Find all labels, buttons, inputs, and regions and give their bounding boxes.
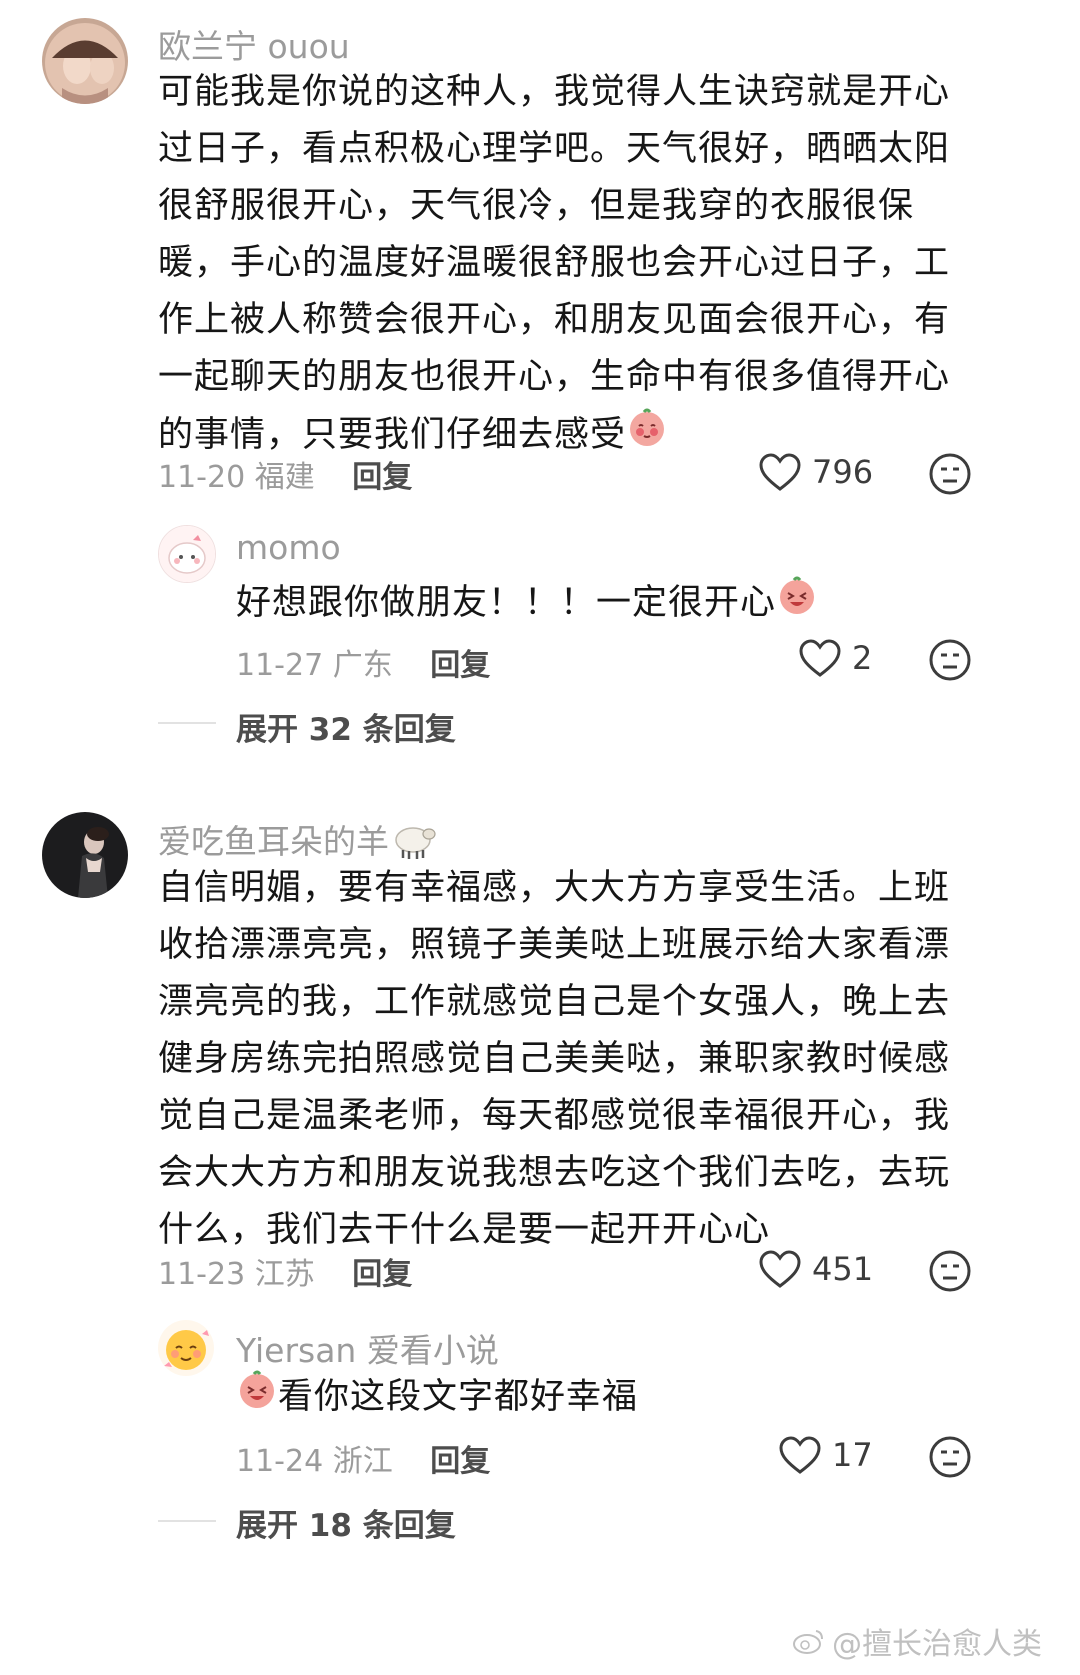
heart-outline-icon: [759, 1250, 801, 1288]
reply-text: 好想跟你做朋友！！！一定很开心: [236, 574, 956, 634]
comment-date: 11-23: [158, 1257, 246, 1292]
reply-username[interactable]: momo: [236, 528, 341, 567]
reply-location: 浙江: [332, 1444, 393, 1479]
comment-location: 江苏: [254, 1257, 315, 1292]
heart-outline-icon: [759, 453, 801, 491]
expand-divider: [158, 1520, 216, 1522]
laugh-emoji: [236, 1368, 278, 1428]
expand-divider: [158, 722, 216, 724]
like-button[interactable]: 796: [758, 452, 873, 492]
neutral-face-icon[interactable]: [928, 1435, 972, 1479]
reply-date: 11-27: [236, 648, 324, 683]
like-button[interactable]: 2: [798, 638, 872, 678]
like-count: 451: [812, 1250, 874, 1288]
comment-text: 可能我是你说的这种人，我觉得人生诀窍就是开心过日子，看点积极心理学吧。天气很好，…: [158, 64, 968, 466]
neutral-face-icon[interactable]: [928, 452, 972, 496]
like-button[interactable]: 451: [758, 1249, 873, 1289]
comment-location: 福建: [254, 460, 315, 495]
comment-meta: 11-20 福建 回复: [158, 452, 412, 496]
like-count: 796: [812, 453, 874, 491]
like-button[interactable]: 17: [778, 1435, 873, 1475]
reply-username[interactable]: Yiersan 爱看小说: [236, 1324, 499, 1372]
comment-date: 11-20: [158, 460, 246, 495]
expand-replies-button[interactable]: 展开 18 条回复: [236, 1500, 456, 1545]
username-text: 爱吃鱼耳朵的羊: [158, 822, 389, 861]
watermark-text: @擅长治愈人类: [832, 1627, 1042, 1662]
reply-date: 11-24: [236, 1444, 324, 1479]
avatar[interactable]: [42, 812, 128, 898]
comment-meta: 11-23 江苏 回复: [158, 1249, 412, 1293]
weibo-logo-icon: [793, 1630, 823, 1654]
laugh-emoji: [776, 574, 818, 634]
reply-text-content: 看你这段文字都好幸福: [278, 1377, 639, 1417]
reply-location: 广东: [332, 648, 393, 683]
like-count: 17: [832, 1436, 873, 1474]
username[interactable]: 欧兰宁 ouou: [158, 20, 350, 68]
reply-button[interactable]: 回复: [430, 648, 490, 683]
reply-button[interactable]: 回复: [352, 460, 412, 495]
blush-emoji: [626, 406, 668, 466]
watermark: @擅长治愈人类: [792, 1619, 1042, 1663]
comment-text: 自信明媚，要有幸福感，大大方方享受生活。上班收拾漂漂亮亮，照镜子美美哒上班展示给…: [158, 868, 951, 1250]
reply-avatar[interactable]: [158, 525, 216, 583]
heart-outline-icon: [799, 639, 841, 677]
reply-avatar[interactable]: [158, 1320, 214, 1376]
avatar[interactable]: [42, 18, 128, 104]
reply-text: 看你这段文字都好幸福: [236, 1368, 956, 1428]
reply-button[interactable]: 回复: [352, 1257, 412, 1292]
reply-meta: 11-24 浙江 回复: [236, 1436, 490, 1480]
neutral-face-icon[interactable]: [928, 638, 972, 682]
expand-replies-button[interactable]: 展开 32 条回复: [236, 704, 456, 749]
reply-meta: 11-27 广东 回复: [236, 640, 490, 684]
like-count: 2: [852, 639, 873, 677]
comment-text-content: 可能我是你说的这种人，我觉得人生诀窍就是开心过日子，看点积极心理学吧。天气很好，…: [158, 72, 951, 455]
neutral-face-icon[interactable]: [928, 1249, 972, 1293]
reply-button[interactable]: 回复: [430, 1444, 490, 1479]
reply-text-content: 好想跟你做朋友！！！一定很开心: [236, 583, 777, 623]
heart-outline-icon: [779, 1436, 821, 1474]
